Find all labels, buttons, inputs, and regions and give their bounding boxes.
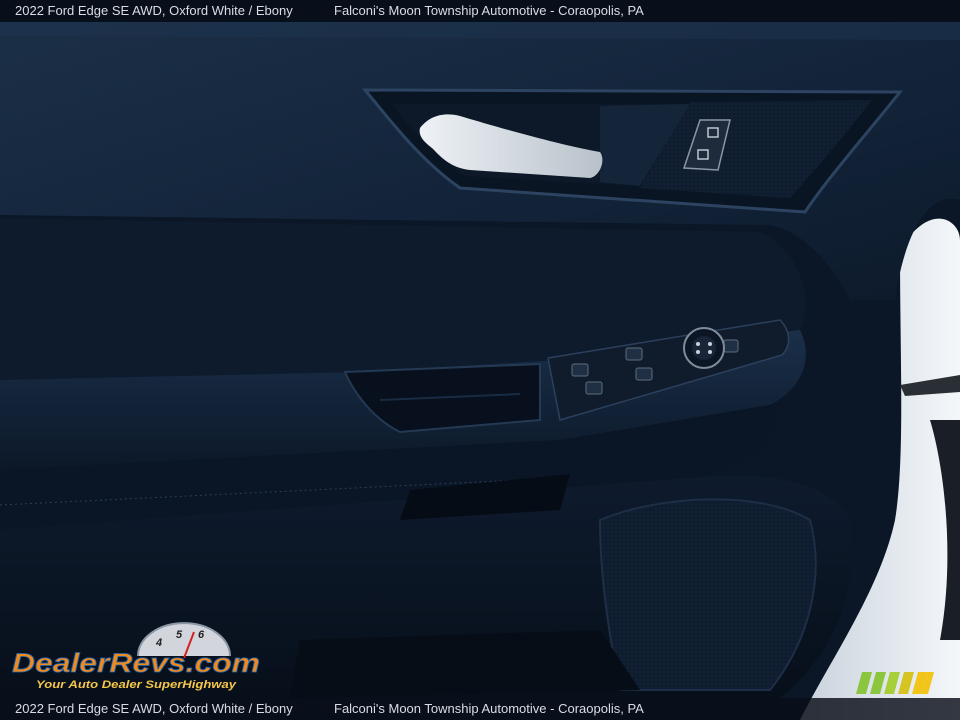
door-interior-photo (0, 0, 960, 720)
caption-bar-bottom: 2022 Ford Edge SE AWD, Oxford White / Eb… (0, 698, 960, 720)
dealer-caption: Falconi's Moon Township Automotive - Cor… (334, 3, 644, 18)
brand-stripes-logo (856, 672, 934, 694)
dealerrevs-logo: 4 5 6 DealerRevs.com Your Auto Dealer Su… (12, 622, 260, 691)
dealer-caption-bottom: Falconi's Moon Township Automotive - Cor… (334, 701, 644, 716)
svg-text:Your Auto Dealer SuperHighway: Your Auto Dealer SuperHighway (36, 679, 237, 691)
svg-text:6: 6 (198, 629, 205, 641)
vehicle-caption-bottom: 2022 Ford Edge SE AWD, Oxford White / Eb… (15, 701, 293, 716)
mirror-knob-icon (683, 327, 725, 369)
svg-text:DealerRevs.com: DealerRevs.com (12, 648, 260, 678)
caption-bar-top: 2022 Ford Edge SE AWD, Oxford White / Eb… (0, 0, 960, 22)
svg-text:5: 5 (176, 629, 183, 641)
vehicle-caption: 2022 Ford Edge SE AWD, Oxford White / Eb… (15, 3, 293, 18)
